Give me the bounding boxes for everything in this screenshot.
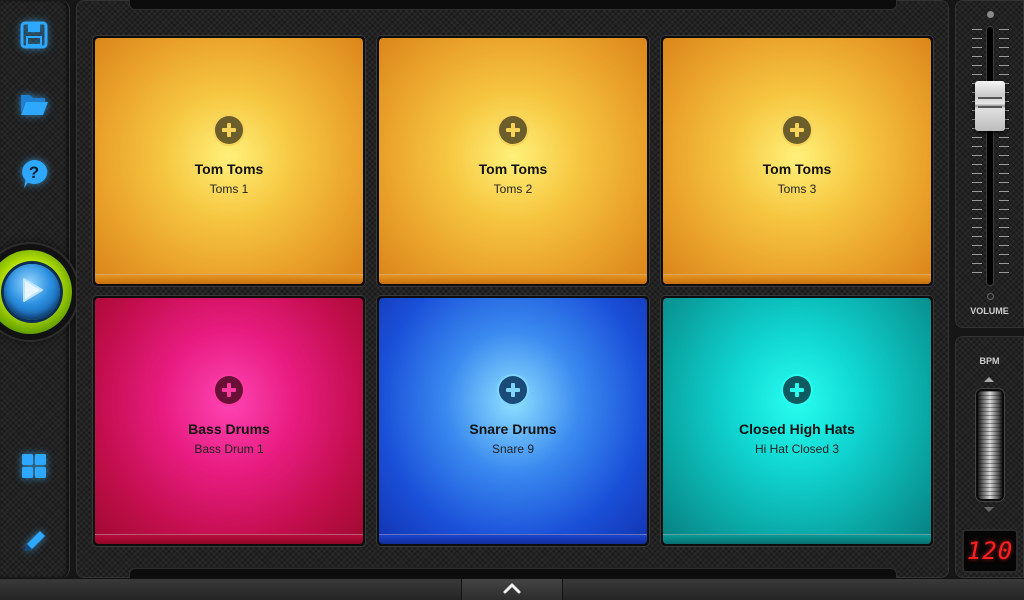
pad-name: Tom Toms — [762, 161, 832, 177]
bpm-panel: BPM 120 — [955, 336, 1024, 578]
help-icon: ? — [18, 158, 50, 195]
pad-frame: Tom Toms Toms 2 — [376, 35, 650, 287]
pad-sample: Toms 2 — [493, 182, 533, 196]
pad-frame: Tom Toms Toms 1 — [92, 35, 366, 287]
pad-frame: Bass Drums Bass Drum 1 — [92, 295, 366, 547]
bottom-bar — [0, 578, 1024, 600]
volume-slider-track[interactable] — [987, 27, 993, 285]
pad-sample: Hi Hat Closed 3 — [754, 442, 840, 456]
pad-frame: Snare Drums Snare 9 — [376, 295, 650, 547]
drum-pad-3[interactable]: Tom Toms Toms 3 — [663, 38, 931, 284]
pad-sample: Toms 1 — [209, 182, 249, 196]
volume-min-indicator — [987, 293, 994, 300]
volume-panel: VOLUME — [955, 0, 1024, 328]
bpm-up-arrow-icon[interactable] — [984, 377, 994, 382]
pad-name: Bass Drums — [188, 421, 270, 437]
help-button[interactable]: ? — [14, 156, 54, 196]
drum-pad-4[interactable]: Bass Drums Bass Drum 1 — [95, 298, 363, 544]
open-folder-icon — [19, 91, 49, 122]
bpm-label: BPM — [979, 356, 1000, 366]
add-sample-icon[interactable] — [499, 116, 527, 144]
volume-label: VOLUME — [970, 306, 1009, 316]
chevron-up-icon — [502, 581, 522, 599]
save-icon — [20, 21, 48, 54]
edit-button[interactable] — [14, 524, 54, 564]
pad-sample: Bass Drum 1 — [194, 442, 264, 456]
volume-slider-handle[interactable] — [975, 81, 1005, 132]
expand-panel-button[interactable] — [461, 579, 563, 600]
pad-name: Tom Toms — [194, 161, 264, 177]
pad-sample: Toms 3 — [777, 182, 817, 196]
volume-max-indicator — [987, 11, 994, 18]
open-button[interactable] — [14, 86, 54, 126]
add-sample-icon[interactable] — [783, 116, 811, 144]
play-icon — [19, 276, 45, 309]
bpm-display: 120 — [962, 529, 1018, 573]
bottom-slot — [129, 568, 897, 578]
add-sample-icon[interactable] — [783, 376, 811, 404]
pad-frame: Closed High Hats Hi Hat Closed 3 — [660, 295, 934, 547]
edit-pencil-icon — [20, 528, 48, 561]
bpm-wheel[interactable] — [978, 391, 1002, 499]
drum-pad-6[interactable]: Closed High Hats Hi Hat Closed 3 — [663, 298, 931, 544]
drum-pad-2[interactable]: Tom Toms Toms 2 — [379, 38, 647, 284]
pad-grid-button[interactable] — [14, 448, 54, 488]
pad-name: Closed High Hats — [739, 421, 855, 437]
top-slot — [129, 0, 897, 10]
svg-text:?: ? — [29, 163, 39, 182]
drum-pad-1[interactable]: Tom Toms Toms 1 — [95, 38, 363, 284]
pad-grid-icon — [20, 452, 48, 485]
drum-pad-5[interactable]: Snare Drums Snare 9 — [379, 298, 647, 544]
pad-name: Snare Drums — [469, 421, 557, 437]
add-sample-icon[interactable] — [499, 376, 527, 404]
save-button[interactable] — [14, 17, 54, 57]
pad-area: Tom Toms Toms 1 Tom Toms Toms 2 Tom Toms… — [76, 0, 949, 578]
bpm-down-arrow-icon[interactable] — [984, 507, 994, 512]
pad-sample: Snare 9 — [491, 442, 535, 456]
add-sample-icon[interactable] — [215, 376, 243, 404]
add-sample-icon[interactable] — [215, 116, 243, 144]
pad-name: Tom Toms — [478, 161, 548, 177]
pad-frame: Tom Toms Toms 3 — [660, 35, 934, 287]
